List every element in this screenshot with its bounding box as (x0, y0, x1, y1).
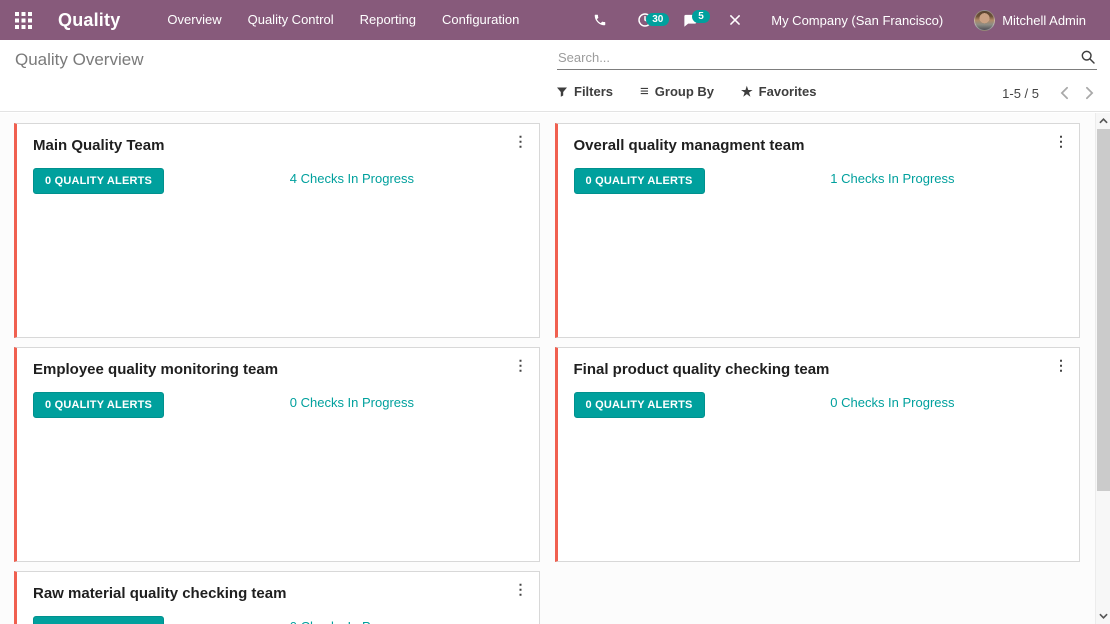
team-title: Overall quality managment team (574, 136, 1064, 155)
messages-button[interactable]: 5 (681, 10, 699, 30)
quality-team-card: Overall quality managment team ⋮ 0 QUALI… (555, 123, 1081, 338)
team-title: Raw material quality checking team (33, 584, 523, 603)
menu-configuration[interactable]: Configuration (429, 0, 532, 40)
team-title: Employee quality monitoring team (33, 360, 523, 379)
pager-next-button[interactable] (1082, 84, 1097, 102)
quality-alerts-button[interactable]: 0 QUALITY ALERTS (33, 616, 164, 624)
pager-value: 1-5 / 5 (1002, 86, 1039, 101)
activities-button[interactable]: 30 (636, 10, 654, 30)
search-button[interactable] (1080, 49, 1096, 70)
quality-alerts-button[interactable]: 0 QUALITY ALERTS (574, 168, 705, 194)
systray: 30 5 My Company (San Francisco) Mitchell… (591, 10, 1086, 31)
quality-team-card: Main Quality Team ⋮ 0 QUALITY ALERTS 4 C… (14, 123, 540, 338)
scroll-up-icon (1099, 118, 1108, 124)
checks-in-progress-link[interactable]: 4 Checks In Progress (278, 171, 414, 186)
quality-team-card: Raw material quality checking team ⋮ 0 Q… (14, 571, 540, 624)
company-switcher[interactable]: My Company (San Francisco) (771, 13, 943, 28)
team-title: Final product quality checking team (574, 360, 1064, 379)
quality-alerts-button[interactable]: 0 QUALITY ALERTS (33, 392, 164, 418)
activity-count-badge: 30 (646, 13, 669, 26)
menu-reporting[interactable]: Reporting (347, 0, 429, 40)
user-menu[interactable]: Mitchell Admin (974, 10, 1086, 31)
app-title[interactable]: Quality (58, 10, 120, 31)
filter-icon (556, 86, 568, 98)
group-by-label: Group By (655, 84, 714, 99)
scroll-down-button[interactable] (1096, 608, 1110, 623)
search-bar (557, 47, 1097, 70)
user-name: Mitchell Admin (1002, 13, 1086, 28)
group-by-icon: ≡ (640, 86, 649, 98)
search-input[interactable] (557, 47, 1097, 69)
phone-button[interactable] (591, 10, 609, 30)
scroll-up-button[interactable] (1096, 113, 1110, 128)
quality-team-card: Employee quality monitoring team ⋮ 0 QUA… (14, 347, 540, 562)
chevron-right-icon (1084, 86, 1095, 100)
kebab-menu-icon[interactable]: ⋮ (510, 131, 532, 151)
checks-in-progress-link[interactable]: 0 Checks In Progress (278, 395, 414, 410)
scroll-down-icon (1099, 613, 1108, 619)
team-title: Main Quality Team (33, 136, 523, 155)
card-row: 0 QUALITY ALERTS 4 Checks In Progress (33, 168, 523, 194)
search-options: Filters ≡ Group By ★ Favorites (556, 84, 816, 99)
quality-team-card: Final product quality checking team ⋮ 0 … (555, 347, 1081, 562)
checks-in-progress-link[interactable]: 1 Checks In Progress (818, 171, 954, 186)
control-panel: Quality Overview Filters ≡ Group By ★ Fa… (0, 40, 1110, 112)
search-icon (1080, 49, 1096, 65)
favorites-button[interactable]: ★ Favorites (741, 84, 816, 99)
menu-overview[interactable]: Overview (154, 0, 234, 40)
tools-button[interactable] (726, 10, 744, 30)
kebab-menu-icon[interactable]: ⋮ (510, 579, 532, 599)
quality-alerts-button[interactable]: 0 QUALITY ALERTS (574, 392, 705, 418)
checks-in-progress-link[interactable]: 0 Checks In Progress (818, 395, 954, 410)
filters-button[interactable]: Filters (556, 84, 613, 99)
scrollbar-thumb[interactable] (1097, 129, 1110, 491)
breadcrumb: Quality Overview (15, 50, 143, 70)
favorites-label: Favorites (759, 84, 817, 99)
group-by-button[interactable]: ≡ Group By (640, 84, 714, 99)
tools-icon (728, 13, 742, 27)
kebab-menu-icon[interactable]: ⋮ (1050, 355, 1072, 375)
vertical-scrollbar[interactable] (1095, 113, 1110, 624)
message-count-badge: 5 (692, 10, 710, 23)
card-row: 0 QUALITY ALERTS 0 Checks In Progress (574, 392, 1064, 418)
kanban-view: Main Quality Team ⋮ 0 QUALITY ALERTS 4 C… (0, 113, 1095, 624)
pager: 1-5 / 5 (1002, 84, 1097, 102)
apps-menu-button[interactable] (0, 0, 46, 40)
favorites-star-icon: ★ (741, 86, 753, 98)
phone-icon (593, 13, 607, 27)
chevron-left-icon (1059, 86, 1070, 100)
app-menu: Overview Quality Control Reporting Confi… (154, 0, 532, 40)
apps-grid-icon (15, 12, 32, 29)
card-row: 0 QUALITY ALERTS 0 Checks In Progress (33, 616, 523, 624)
card-row: 0 QUALITY ALERTS 0 Checks In Progress (33, 392, 523, 418)
filters-label: Filters (574, 84, 613, 99)
avatar (974, 10, 995, 31)
kanban-cards: Main Quality Team ⋮ 0 QUALITY ALERTS 4 C… (14, 123, 1080, 624)
top-navbar: Quality Overview Quality Control Reporti… (0, 0, 1110, 40)
quality-alerts-button[interactable]: 0 QUALITY ALERTS (33, 168, 164, 194)
pager-previous-button[interactable] (1057, 84, 1072, 102)
menu-quality-control[interactable]: Quality Control (235, 0, 347, 40)
card-row: 0 QUALITY ALERTS 1 Checks In Progress (574, 168, 1064, 194)
kebab-menu-icon[interactable]: ⋮ (510, 355, 532, 375)
checks-in-progress-link[interactable]: 0 Checks In Progress (278, 619, 414, 624)
kebab-menu-icon[interactable]: ⋮ (1050, 131, 1072, 151)
